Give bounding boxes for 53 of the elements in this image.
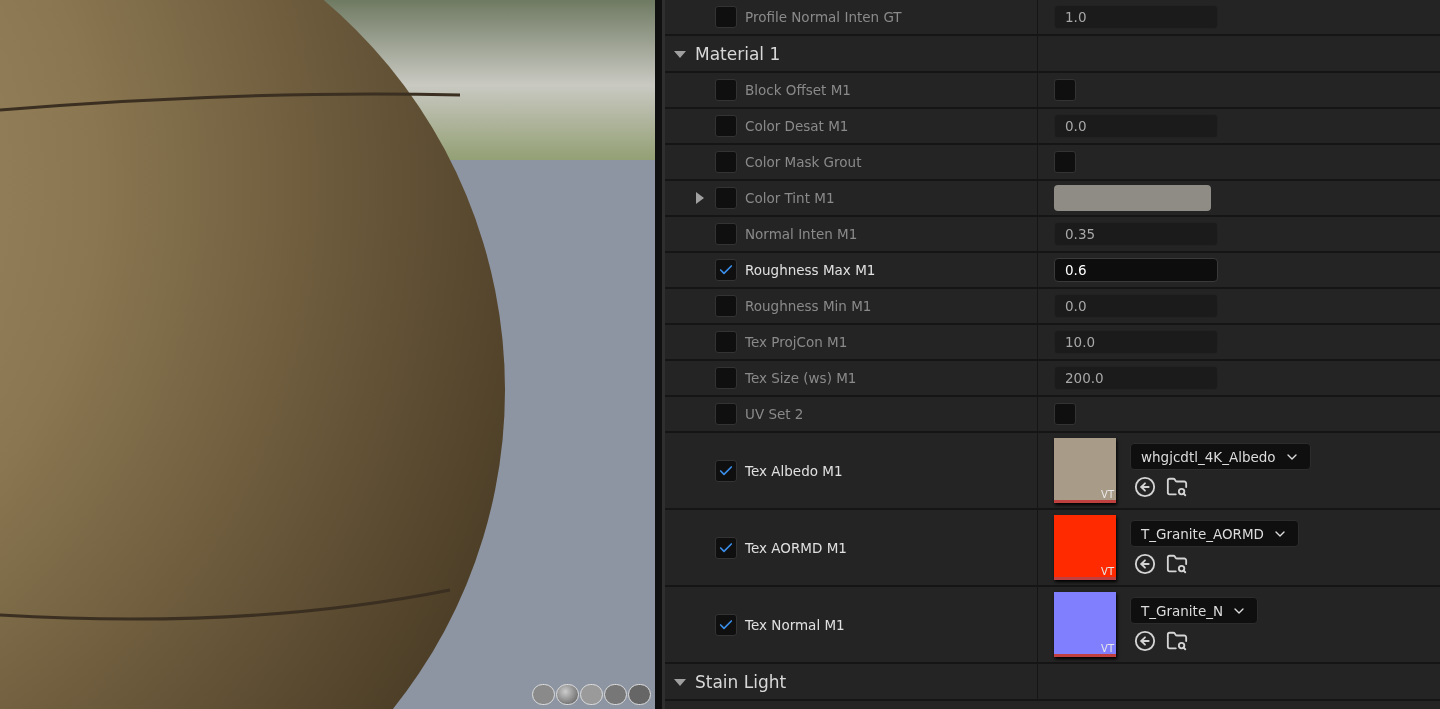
- value-checkbox[interactable]: [1054, 151, 1076, 173]
- color-swatch[interactable]: [1054, 185, 1211, 211]
- property-label: Color Mask Grout: [745, 154, 862, 170]
- override-checkbox[interactable]: [715, 187, 737, 209]
- section-title: Stain Light: [695, 671, 787, 692]
- property-label: Color Desat M1: [745, 118, 849, 134]
- browse-folder-icon[interactable]: [1166, 476, 1188, 498]
- property-label: Tex ProjCon M1: [745, 334, 848, 350]
- number-field[interactable]: 200.0: [1054, 366, 1218, 390]
- asset-dropdown[interactable]: T_Granite_N: [1130, 597, 1259, 624]
- property-label: Roughness Min M1: [745, 298, 872, 314]
- texture-badge-label: VT: [1101, 643, 1114, 654]
- use-selected-icon[interactable]: [1134, 476, 1156, 498]
- browse-folder-icon[interactable]: [1166, 630, 1188, 652]
- use-selected-icon[interactable]: [1134, 630, 1156, 652]
- override-checkbox[interactable]: [715, 459, 737, 482]
- override-checkbox[interactable]: [715, 115, 737, 137]
- override-checkbox[interactable]: [715, 331, 737, 353]
- override-checkbox[interactable]: [715, 6, 737, 28]
- number-field[interactable]: 1.0: [1054, 5, 1218, 29]
- number-field[interactable]: 0.0: [1054, 114, 1218, 138]
- override-checkbox[interactable]: [715, 536, 737, 559]
- property-label: Block Offset M1: [745, 82, 851, 98]
- texture-badge-label: VT: [1101, 489, 1114, 500]
- property-label: Tex AORMD M1: [745, 539, 847, 556]
- asset-dropdown[interactable]: T_Granite_AORMD: [1130, 520, 1299, 547]
- number-field[interactable]: 0.0: [1054, 294, 1218, 318]
- property-label: Tex Albedo M1: [745, 462, 843, 479]
- value-checkbox[interactable]: [1054, 79, 1076, 101]
- texture-badge-label: VT: [1101, 566, 1114, 577]
- override-checkbox[interactable]: [715, 367, 737, 389]
- override-checkbox[interactable]: [715, 223, 737, 245]
- override-checkbox[interactable]: [715, 295, 737, 317]
- property-label: Profile Normal Inten GT: [745, 9, 902, 25]
- number-field[interactable]: 0.35: [1054, 222, 1218, 246]
- number-field[interactable]: 10.0: [1054, 330, 1218, 354]
- property-label: Tex Normal M1: [745, 616, 845, 633]
- property-label: Tex Size (ws) M1: [745, 370, 857, 386]
- override-checkbox[interactable]: [715, 79, 737, 101]
- override-checkbox[interactable]: [715, 613, 737, 636]
- asset-dropdown[interactable]: whgjcdtl_4K_Albedo: [1130, 443, 1311, 470]
- override-checkbox[interactable]: [715, 151, 737, 173]
- property-label: UV Set 2: [745, 406, 804, 422]
- property-label: Normal Inten M1: [745, 226, 858, 242]
- browse-folder-icon[interactable]: [1166, 553, 1188, 575]
- override-checkbox[interactable]: [715, 259, 737, 281]
- number-field[interactable]: 0.6: [1054, 258, 1218, 282]
- value-checkbox[interactable]: [1054, 403, 1076, 425]
- property-label: Roughness Max M1: [745, 262, 876, 278]
- override-checkbox[interactable]: [715, 403, 737, 425]
- section-title: Material 1: [695, 43, 781, 64]
- use-selected-icon[interactable]: [1134, 553, 1156, 575]
- property-label: Color Tint M1: [745, 190, 835, 206]
